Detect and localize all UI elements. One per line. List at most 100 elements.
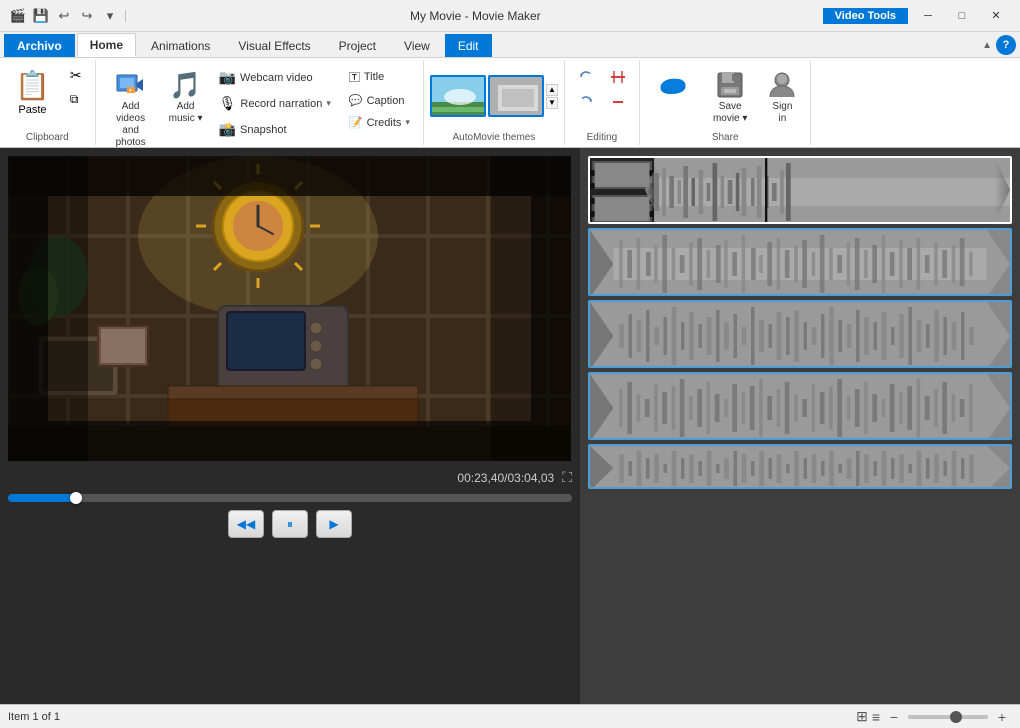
progress-bar[interactable]: [8, 494, 572, 502]
save-button[interactable]: 💾: [31, 6, 51, 26]
collapse-ribbon-btn[interactable]: ▲: [982, 40, 992, 51]
timeline-clip-4[interactable]: [588, 372, 1012, 440]
play-button[interactable]: ▶: [316, 510, 352, 538]
rotate-left-icon: [578, 69, 594, 85]
copy-icon: ⧉: [70, 92, 79, 107]
title-bar: 🎬 💾 ↩ ↪ ▾ My Movie - Movie Maker Video T…: [0, 0, 1020, 32]
cut-button[interactable]: ✂: [63, 64, 89, 87]
video-canvas[interactable]: [8, 156, 571, 461]
paste-icon: 📋: [15, 69, 50, 102]
narration-icon: 🎙: [219, 95, 237, 112]
title-label: Title: [364, 71, 384, 83]
help-button[interactable]: ?: [996, 35, 1016, 55]
caption-label: Caption: [367, 95, 405, 107]
theme-item-2[interactable]: [488, 75, 544, 117]
credits-dropdown[interactable]: ▾: [405, 117, 410, 128]
ribbon-tabs: Archivo Home Animations Visual Effects P…: [0, 32, 1020, 58]
timeline-clip-1[interactable]: /* waveform bars rendered by SVG rects b…: [588, 156, 1012, 224]
svg-text:+: +: [129, 88, 132, 94]
save-movie-button[interactable]: Savemovie ▾: [708, 64, 752, 128]
add-content: + Add videos and photos 🎵 Addmusic ▾ 📷 W…: [102, 64, 417, 152]
ribbon-group-add: + Add videos and photos 🎵 Addmusic ▾ 📷 W…: [96, 60, 424, 145]
ribbon-group-automovie: ▲ ▼ AutoMovie themes: [424, 60, 565, 145]
progress-thumb[interactable]: [70, 492, 82, 504]
timeline-clip-3[interactable]: [588, 300, 1012, 368]
tab-animations[interactable]: Animations: [138, 34, 223, 57]
editing-btns2: [603, 64, 633, 113]
timeline-clip-5[interactable]: [588, 444, 1012, 489]
record-narration-button[interactable]: 🎙 Record narration ▾: [212, 92, 338, 115]
text-btns: 🅃 Title 💬 Caption 📝 Credits ▾: [342, 64, 417, 132]
credits-icon: 📝: [349, 116, 363, 129]
clipboard-content: 📋 Paste ✂ ⧉: [6, 64, 89, 128]
onedrive-button[interactable]: [646, 64, 700, 104]
timeline-view-icon[interactable]: ≡: [872, 709, 880, 725]
save-movie-icon: [714, 69, 746, 101]
clipboard-label: Clipboard: [6, 130, 89, 143]
webcam-video-button[interactable]: 📷 Webcam video: [212, 66, 338, 89]
minimize-button[interactable]: ─: [912, 6, 944, 26]
rotate-right-button[interactable]: [571, 91, 601, 113]
zoom-slider[interactable]: [908, 715, 988, 719]
add-music-icon: 🎵: [170, 69, 202, 101]
redo-button[interactable]: ↪: [77, 6, 97, 26]
pause-button[interactable]: ⏸: [272, 510, 308, 538]
sign-in-icon: [766, 69, 798, 101]
share-label: Share: [646, 130, 804, 143]
sign-in-label: Signin: [772, 101, 792, 125]
expand-button[interactable]: ⛶: [562, 469, 572, 486]
automovie-label: AutoMovie themes: [430, 130, 558, 143]
tab-view[interactable]: View: [391, 34, 443, 57]
share-content: Savemovie ▾ Signin: [646, 64, 804, 128]
tab-project[interactable]: Project: [326, 34, 389, 57]
narration-dropdown[interactable]: ▾: [326, 98, 331, 109]
paste-button[interactable]: 📋 Paste: [6, 64, 59, 121]
theme-scroll-up[interactable]: ▲: [546, 84, 558, 96]
rewind-icon: ◀◀: [237, 517, 255, 531]
webcam-label: Webcam video: [240, 72, 313, 84]
ribbon-group-editing: Editing: [565, 60, 640, 145]
rotate-left-button[interactable]: [571, 66, 601, 88]
sign-in-button[interactable]: Signin: [760, 64, 804, 128]
video-scene: [8, 156, 571, 461]
add-videos-label: Add videos and photos: [107, 101, 155, 149]
video-tools-badge: Video Tools: [823, 8, 908, 24]
snapshot-label: Snapshot: [240, 124, 286, 136]
status-icons: ⊞ ≡: [856, 708, 880, 725]
narration-label: Record narration: [240, 98, 322, 110]
maximize-button[interactable]: □: [946, 6, 978, 26]
quick-access-dropdown[interactable]: ▾: [100, 6, 120, 26]
tab-edit[interactable]: Edit: [445, 34, 492, 57]
credits-button[interactable]: 📝 Credits ▾: [342, 113, 417, 132]
add-videos-icon: +: [115, 69, 147, 101]
title-button[interactable]: 🅃 Title: [342, 66, 417, 88]
divider: [125, 10, 126, 22]
storyboard-view-icon[interactable]: ⊞: [856, 708, 868, 725]
zoom-in-button[interactable]: +: [992, 707, 1012, 727]
add-music-button[interactable]: 🎵 Addmusic ▾: [164, 64, 208, 128]
main-content: 00:23,40/03:04,03 ⛶ ◀◀ ⏸ ▶: [0, 148, 1020, 704]
undo-button[interactable]: ↩: [54, 6, 74, 26]
snapshot-button[interactable]: 📸 Snapshot: [212, 118, 338, 141]
trim-button[interactable]: [603, 66, 633, 88]
caption-button[interactable]: 💬 Caption: [342, 91, 417, 110]
tab-home[interactable]: Home: [77, 33, 136, 57]
theme-item-1[interactable]: [430, 75, 486, 117]
theme-scroll-down[interactable]: ▼: [546, 97, 558, 109]
add-videos-button[interactable]: + Add videos and photos: [102, 64, 160, 152]
play-icon: ▶: [329, 517, 338, 531]
timeline-clip-2[interactable]: [588, 228, 1012, 296]
credits-label: Credits: [367, 117, 402, 129]
add-small-btns: 📷 Webcam video 🎙 Record narration ▾ 📸 Sn…: [212, 64, 338, 141]
rewind-button[interactable]: ◀◀: [228, 510, 264, 538]
close-button[interactable]: ✕: [980, 6, 1012, 26]
copy-button[interactable]: ⧉: [63, 89, 89, 110]
editing-content: [571, 64, 633, 128]
save-movie-label: Savemovie ▾: [713, 101, 747, 125]
zoom-out-button[interactable]: −: [884, 707, 904, 727]
tab-archivo[interactable]: Archivo: [4, 34, 75, 57]
storyboard-panel[interactable]: /* waveform bars rendered by SVG rects b…: [580, 148, 1020, 704]
remove-button[interactable]: [603, 91, 633, 113]
zoom-thumb[interactable]: [950, 711, 962, 723]
tab-visual-effects[interactable]: Visual Effects: [225, 34, 323, 57]
